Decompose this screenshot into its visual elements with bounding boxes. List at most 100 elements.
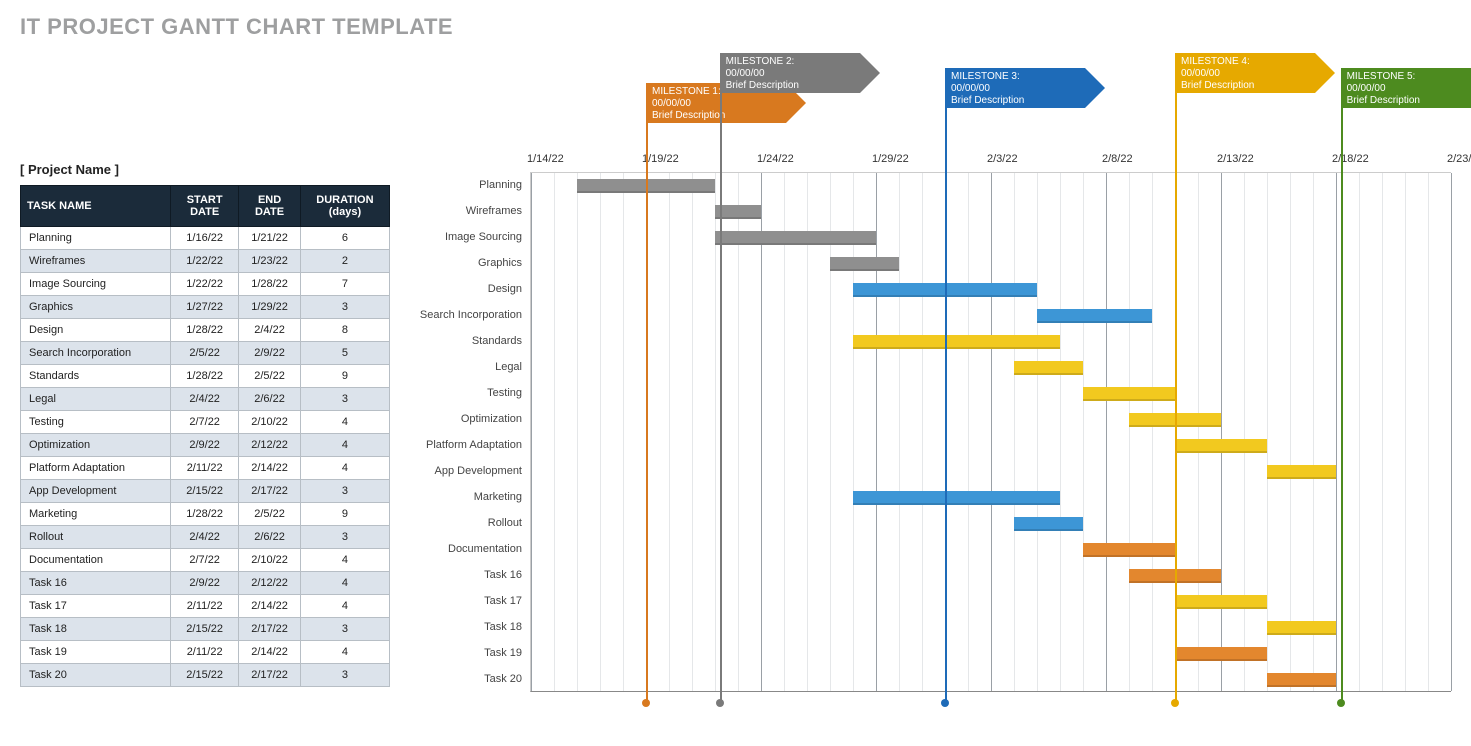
cell-duration: 9 bbox=[300, 503, 389, 526]
milestone-line bbox=[945, 68, 947, 703]
cell-start: 2/4/22 bbox=[171, 388, 239, 411]
milestone-date: 00/00/00 bbox=[652, 98, 780, 110]
cell-name: Task 17 bbox=[21, 595, 171, 618]
gantt-plot: 1/14/221/19/221/24/221/29/222/3/222/8/22… bbox=[530, 172, 1451, 692]
gridline-major bbox=[991, 173, 992, 691]
cell-duration: 7 bbox=[300, 273, 389, 296]
cell-start: 2/9/22 bbox=[171, 572, 239, 595]
cell-name: Design bbox=[21, 319, 171, 342]
gridline-major bbox=[1336, 173, 1337, 691]
axis-tick-label: 2/8/22 bbox=[1102, 153, 1133, 165]
milestone-date: 00/00/00 bbox=[1181, 68, 1309, 80]
cell-end: 2/14/22 bbox=[239, 595, 301, 618]
milestone-flag: MILESTONE 2:00/00/00Brief Description bbox=[720, 53, 860, 93]
cell-end: 2/10/22 bbox=[239, 549, 301, 572]
cell-end: 2/14/22 bbox=[239, 641, 301, 664]
axis-tick-label: 2/23/22 bbox=[1447, 153, 1471, 165]
cell-duration: 6 bbox=[300, 227, 389, 250]
cell-end: 1/23/22 bbox=[239, 250, 301, 273]
cell-start: 2/11/22 bbox=[171, 595, 239, 618]
cell-duration: 5 bbox=[300, 342, 389, 365]
gantt-row-labels: PlanningWireframesImage SourcingGraphics… bbox=[410, 172, 530, 692]
table-row: Legal2/4/222/6/223 bbox=[21, 388, 390, 411]
cell-start: 2/15/22 bbox=[171, 618, 239, 641]
gridline-minor bbox=[784, 173, 785, 691]
gridline-minor bbox=[577, 173, 578, 691]
cell-start: 1/22/22 bbox=[171, 250, 239, 273]
milestone-dot-icon bbox=[1337, 699, 1345, 707]
axis-tick-label: 1/29/22 bbox=[872, 153, 909, 165]
gridline-minor bbox=[715, 173, 716, 691]
gantt-bar bbox=[1267, 673, 1336, 687]
milestone-date: 00/00/00 bbox=[951, 83, 1079, 95]
table-row: Task 182/15/222/17/223 bbox=[21, 618, 390, 641]
gantt-bar bbox=[1175, 595, 1267, 609]
gridline-minor bbox=[1244, 173, 1245, 691]
milestone-title: MILESTONE 2: bbox=[726, 56, 854, 68]
cell-name: Optimization bbox=[21, 434, 171, 457]
gantt-bar bbox=[1175, 439, 1267, 453]
milestone-date: 00/00/00 bbox=[726, 68, 854, 80]
gridline-major bbox=[761, 173, 762, 691]
gridline-minor bbox=[1290, 173, 1291, 691]
gridline-minor bbox=[1152, 173, 1153, 691]
project-name-label: [ Project Name ] bbox=[20, 162, 410, 177]
axis-tick-label: 2/13/22 bbox=[1217, 153, 1254, 165]
cell-end: 2/5/22 bbox=[239, 503, 301, 526]
gridline-minor bbox=[1060, 173, 1061, 691]
milestone-title: MILESTONE 5: bbox=[1347, 71, 1471, 83]
gridline-minor bbox=[1198, 173, 1199, 691]
gridline-minor bbox=[853, 173, 854, 691]
cell-duration: 3 bbox=[300, 526, 389, 549]
gantt-bar bbox=[830, 257, 899, 271]
gantt-row-label: Standards bbox=[410, 328, 530, 354]
gridline-minor bbox=[1359, 173, 1360, 691]
cell-end: 2/9/22 bbox=[239, 342, 301, 365]
cell-end: 2/12/22 bbox=[239, 572, 301, 595]
gridline-minor bbox=[1037, 173, 1038, 691]
cell-duration: 4 bbox=[300, 457, 389, 480]
table-row: Wireframes1/22/221/23/222 bbox=[21, 250, 390, 273]
table-row: Graphics1/27/221/29/223 bbox=[21, 296, 390, 319]
table-row: Planning1/16/221/21/226 bbox=[21, 227, 390, 250]
gantt-row-label: Optimization bbox=[410, 406, 530, 432]
cell-end: 2/10/22 bbox=[239, 411, 301, 434]
gantt-row-label: Planning bbox=[410, 172, 530, 198]
gridline-major bbox=[1106, 173, 1107, 691]
gridline-minor bbox=[1083, 173, 1084, 691]
table-row: Standards1/28/222/5/229 bbox=[21, 365, 390, 388]
cell-name: Search Incorporation bbox=[21, 342, 171, 365]
cell-start: 1/28/22 bbox=[171, 319, 239, 342]
milestone-flag: MILESTONE 4:00/00/00Brief Description bbox=[1175, 53, 1315, 93]
table-row: Image Sourcing1/22/221/28/227 bbox=[21, 273, 390, 296]
cell-start: 1/28/22 bbox=[171, 503, 239, 526]
cell-name: Task 18 bbox=[21, 618, 171, 641]
cell-start: 2/11/22 bbox=[171, 641, 239, 664]
cell-name: Documentation bbox=[21, 549, 171, 572]
milestone-desc: Brief Description bbox=[726, 80, 854, 92]
gridline-minor bbox=[1382, 173, 1383, 691]
gridline-minor bbox=[830, 173, 831, 691]
cell-name: Graphics bbox=[21, 296, 171, 319]
gridline-major bbox=[531, 173, 532, 691]
axis-tick-label: 2/3/22 bbox=[987, 153, 1018, 165]
cell-end: 2/17/22 bbox=[239, 664, 301, 687]
cell-start: 2/11/22 bbox=[171, 457, 239, 480]
gantt-bar bbox=[1267, 465, 1336, 479]
milestone-dot-icon bbox=[716, 699, 724, 707]
gantt-bar bbox=[1267, 621, 1336, 635]
gantt-bar bbox=[715, 231, 876, 245]
cell-start: 2/15/22 bbox=[171, 480, 239, 503]
cell-end: 2/14/22 bbox=[239, 457, 301, 480]
milestone-desc: Brief Description bbox=[1181, 80, 1309, 92]
table-row: Testing2/7/222/10/224 bbox=[21, 411, 390, 434]
cell-end: 2/6/22 bbox=[239, 526, 301, 549]
cell-duration: 3 bbox=[300, 388, 389, 411]
gridline-minor bbox=[1428, 173, 1429, 691]
milestone-title: MILESTONE 3: bbox=[951, 71, 1079, 83]
th-start: START DATE bbox=[171, 186, 239, 227]
cell-name: Task 19 bbox=[21, 641, 171, 664]
gantt-bar bbox=[1037, 309, 1152, 323]
gantt-bar bbox=[1175, 647, 1267, 661]
cell-end: 2/17/22 bbox=[239, 618, 301, 641]
